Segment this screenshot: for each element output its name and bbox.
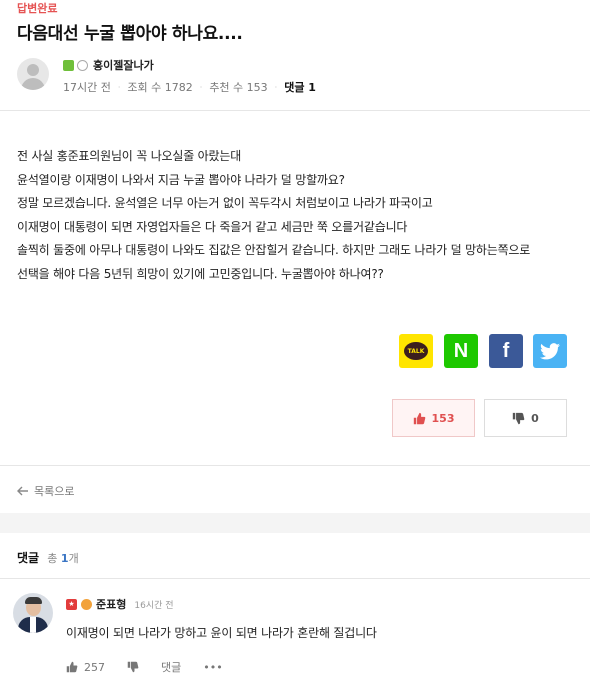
facebook-share-button[interactable]: f bbox=[489, 334, 523, 368]
post-body-line: 전 사실 홍준표의원님이 꼭 나오실줄 아랐는대 bbox=[17, 149, 242, 163]
author-row: 홍이젤잘나가 bbox=[63, 57, 154, 73]
commenter-avatar[interactable] bbox=[13, 593, 53, 633]
comments-count: 1 bbox=[60, 552, 69, 565]
reply-button[interactable]: 댓글 bbox=[161, 659, 181, 675]
comments-header: 댓글 총 1개 bbox=[17, 549, 79, 566]
level-badge-icon: ★ bbox=[66, 598, 77, 610]
comment-like-count: 257 bbox=[84, 660, 105, 674]
comment-author-row: ★ 준표형 16시간 전 bbox=[66, 596, 174, 612]
post-body-line: 윤석열이랑 이재명이 나와서 지금 누굴 뽑아야 나라가 덜 망할까요? bbox=[17, 172, 345, 187]
upvote-button[interactable]: 153 bbox=[392, 399, 475, 437]
post-body-line: 선택을 해야 다음 5년뒤 희망이 있기에 고민중입니다. 누굴뽑아야 하나여?… bbox=[17, 266, 384, 281]
back-label: 목록으로 bbox=[34, 485, 75, 498]
divider bbox=[0, 465, 590, 466]
naver-icon: N bbox=[453, 339, 469, 362]
comment-count-link[interactable]: 댓글 1 bbox=[284, 79, 316, 95]
answer-status-badge: 답변완료 bbox=[17, 2, 58, 15]
user-grade-icon bbox=[77, 59, 88, 71]
recommend-count: 추천 수 153 bbox=[209, 81, 268, 94]
downvote-button[interactable]: 0 bbox=[484, 399, 567, 437]
more-options-icon[interactable]: ••• bbox=[203, 661, 222, 674]
post-time: 17시간 전 bbox=[63, 81, 111, 94]
twitter-share-button[interactable] bbox=[533, 334, 567, 368]
view-count: 조회 수 1782 bbox=[127, 81, 193, 94]
twitter-bird-icon bbox=[540, 342, 560, 359]
post-body-line: 정말 모르겠습니다. 윤석열은 너무 아는거 없이 꼭두각시 처럼보이고 나라가… bbox=[17, 196, 433, 210]
author-avatar[interactable] bbox=[17, 58, 49, 90]
comment-time: 16시간 전 bbox=[134, 600, 174, 611]
comments-title: 댓글 bbox=[17, 551, 40, 565]
divider bbox=[0, 110, 590, 111]
author-name[interactable]: 홍이젤잘나가 bbox=[93, 57, 154, 73]
section-separator bbox=[0, 513, 590, 533]
downvote-count: 0 bbox=[531, 411, 539, 425]
naver-share-button[interactable]: N bbox=[444, 334, 478, 368]
comment-actions: 257 댓글 ••• bbox=[66, 659, 223, 675]
post-body-line: 이재명이 대통령이 되면 자영업자들은 다 죽을거 같고 세금만 쭉 오를거같습… bbox=[17, 219, 408, 234]
arrow-left-icon bbox=[17, 486, 28, 496]
divider bbox=[0, 578, 590, 579]
post-body-line: 솔찍히 둘중에 아무나 대통령이 나와도 집값은 안잡힐거 같습니다. 하지만 … bbox=[17, 243, 531, 257]
comment-author[interactable]: 준표형 bbox=[96, 596, 126, 612]
comments-total: 총 1개 bbox=[47, 552, 79, 565]
upvote-count: 153 bbox=[431, 411, 455, 425]
kakao-share-button[interactable]: TALK bbox=[399, 334, 433, 368]
post-meta: 17시간 전 · 조회 수 1782 · 추천 수 153 · 댓글 1 bbox=[63, 79, 316, 95]
level-icon bbox=[63, 59, 74, 71]
comment-text: 이재명이 되면 나라가 망하고 윤이 되면 나라가 혼란해 질겁니다 bbox=[66, 626, 377, 640]
back-to-list-link[interactable]: 목록으로 bbox=[17, 483, 74, 499]
post-title: 다음대선 누굴 뽑아야 하나요.... bbox=[17, 24, 243, 44]
thumbs-down-icon bbox=[512, 412, 525, 424]
post-body: 전 사실 홍준표의원님이 꼭 나오실줄 아랐는대 윤석열이랑 이재명이 나와서 … bbox=[17, 145, 589, 286]
kakao-talk-icon: TALK bbox=[404, 342, 428, 360]
facebook-icon: f bbox=[502, 339, 510, 362]
user-grade-icon bbox=[81, 598, 92, 610]
thumbs-up-icon bbox=[413, 412, 425, 424]
thumbs-down-icon[interactable] bbox=[127, 661, 139, 673]
thumbs-up-icon[interactable] bbox=[66, 661, 78, 673]
